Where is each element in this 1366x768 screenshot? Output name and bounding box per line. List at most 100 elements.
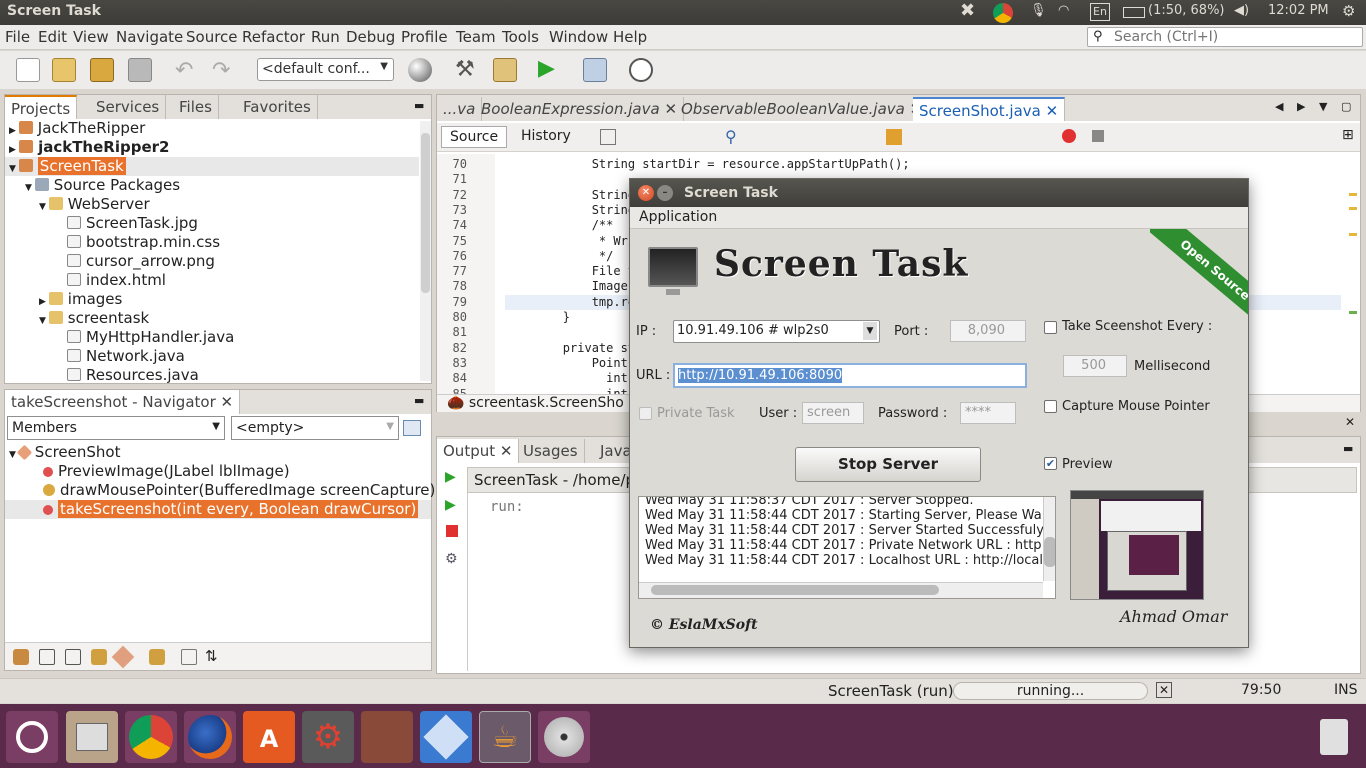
menu-window[interactable]: Window — [549, 28, 608, 46]
clock[interactable]: 12:02 PM — [1268, 3, 1329, 18]
tree-node-webserver[interactable]: ▼ WebServer — [39, 195, 150, 214]
close-window-icon[interactable]: ✕ — [638, 185, 654, 201]
history-tab[interactable]: History — [521, 128, 571, 144]
tab-favorites[interactable]: Favorites — [237, 95, 318, 119]
close-breadcrumb-icon[interactable]: ✕ — [1345, 415, 1355, 429]
profile-icon[interactable] — [629, 58, 653, 82]
menu-view[interactable]: View — [73, 28, 109, 46]
menu-debug[interactable]: Debug — [346, 28, 395, 46]
tree-node-jacktheripper2[interactable]: ▶ jackTheRipper2 — [9, 138, 169, 157]
trash-icon[interactable] — [1308, 711, 1360, 763]
stop-server-button[interactable]: Stop Server — [795, 447, 981, 482]
minimize-icon[interactable]: ▬ — [414, 99, 424, 112]
menu-application[interactable]: Application — [639, 209, 717, 225]
run-icon[interactable]: ▶ — [538, 56, 555, 81]
wifi-icon[interactable]: ◠ — [1058, 3, 1069, 18]
save-all-icon[interactable] — [128, 58, 152, 82]
filter-inherited-icon[interactable] — [111, 645, 135, 669]
find-icon[interactable]: ⚲ — [725, 127, 737, 146]
scroll-tabs-left-icon[interactable]: ◀ — [1275, 100, 1283, 113]
chrome-tray-icon[interactable] — [993, 3, 1013, 23]
nav-method-previewimage[interactable]: PreviewImage(JLabel lblImage) — [43, 462, 290, 481]
menu-source[interactable]: Source — [186, 28, 238, 46]
collapse-icon[interactable]: ▼ — [39, 202, 49, 212]
clean-build-icon[interactable] — [493, 58, 517, 82]
tree-node-source-packages[interactable]: ▼ Source Packages — [25, 176, 180, 195]
filter-lock-icon[interactable] — [91, 649, 107, 665]
expand-icon[interactable]: ▶ — [9, 145, 19, 155]
sort-icon[interactable] — [403, 420, 421, 436]
nav-method-takescreenshot[interactable]: takeScreenshot(int every, Boolean drawCu… — [5, 500, 431, 519]
editor-tab-booleanexpression[interactable]: BooleanExpression.java ✕ — [475, 97, 685, 121]
close-icon[interactable]: ✕ — [1046, 102, 1059, 120]
rerun-icon[interactable]: ▶ — [445, 469, 456, 485]
cancel-task-icon[interactable]: ✕ — [1156, 682, 1173, 698]
show-opened-documents-icon[interactable]: ▼ — [1319, 100, 1327, 113]
screenshot-interval-checkbox[interactable] — [1044, 321, 1057, 334]
volume-icon[interactable]: ◀) — [1234, 3, 1249, 18]
menu-tools[interactable]: Tools — [502, 28, 539, 46]
maximize-icon[interactable]: ▢ — [1341, 100, 1351, 113]
running-task-label[interactable]: ScreenTask (run) — [828, 682, 954, 700]
members-select[interactable]: Members ▼ — [7, 416, 225, 440]
settings-icon[interactable]: ⚙ — [445, 551, 458, 567]
port-spinner[interactable]: 8,090 — [950, 320, 1026, 342]
expand-icon[interactable]: ▶ — [9, 126, 19, 136]
tab-navigator[interactable]: takeScreenshot - Navigator ✕ — [5, 390, 241, 414]
tree-node-file[interactable]: Resources.java — [67, 366, 199, 385]
error-stripe[interactable] — [1349, 163, 1357, 343]
menu-help[interactable]: Help — [613, 28, 647, 46]
undo-icon[interactable]: ↶ — [175, 58, 193, 83]
tree-node-screentask[interactable]: ▼ ScreenTask — [5, 157, 419, 176]
menu-profile[interactable]: Profile — [401, 28, 448, 46]
chrome-icon[interactable] — [125, 711, 177, 763]
log-area[interactable]: Wed May 31 11:58:37 CDT 2017 : Server St… — [638, 496, 1056, 599]
stop-icon[interactable] — [446, 525, 458, 537]
collapse-icon[interactable]: ▼ — [9, 164, 19, 174]
password-field[interactable]: **** — [960, 402, 1016, 424]
tree-node-images[interactable]: ▶ images — [39, 290, 122, 309]
interval-spinner[interactable]: 500 — [1063, 355, 1127, 377]
redo-icon[interactable]: ↷ — [212, 58, 230, 83]
tree-node-screentask-pkg[interactable]: ▼ screentask — [39, 309, 149, 328]
tab-usages[interactable]: Usages — [517, 439, 585, 463]
menu-navigate[interactable]: Navigate — [116, 28, 183, 46]
collapse-icon[interactable]: ▼ — [39, 316, 49, 326]
firefox-icon[interactable] — [184, 711, 236, 763]
java-app-icon[interactable]: ☕ — [479, 711, 531, 763]
menu-file[interactable]: File — [5, 28, 30, 46]
rerun-with-params-icon[interactable]: ▶ — [445, 497, 456, 513]
capture-mouse-checkbox[interactable] — [1044, 400, 1057, 413]
filter-nonpublic-icon[interactable] — [65, 649, 81, 665]
minimize-icon[interactable]: ▬ — [1343, 442, 1353, 455]
filter-fqn-icon[interactable] — [149, 649, 165, 665]
keyboard-layout[interactable]: En — [1090, 3, 1110, 21]
open-project-icon[interactable] — [90, 58, 114, 82]
settings-app-icon[interactable]: ⚙ — [302, 711, 354, 763]
last-edit-icon[interactable] — [600, 129, 616, 145]
url-field[interactable]: http://10.91.49.106:8090 — [673, 363, 1027, 388]
tree-node-file[interactable]: index.html — [67, 271, 166, 290]
ubuntu-dash-icon[interactable] — [6, 711, 58, 763]
sort-source-icon[interactable]: ⇅ — [205, 647, 218, 665]
filter-static-icon[interactable] — [39, 649, 55, 665]
tab-projects[interactable]: Projects — [5, 95, 78, 119]
files-icon[interactable] — [66, 711, 118, 763]
gimp-icon[interactable] — [361, 711, 413, 763]
new-project-icon[interactable] — [52, 58, 76, 82]
dialog-titlebar[interactable]: ✕ – Screen Task — [630, 179, 1248, 207]
tab-output[interactable]: Output ✕ — [437, 439, 520, 463]
power-icon[interactable]: ⚙ — [1342, 2, 1355, 20]
nav-class-screenshot[interactable]: ▼ ScreenShot — [9, 443, 120, 462]
log-hscrollbar[interactable] — [639, 582, 1043, 598]
close-icon[interactable]: ✕ — [221, 393, 234, 411]
stop-macro-icon[interactable] — [1092, 130, 1104, 142]
filter-fields-icon[interactable] — [13, 649, 29, 665]
minimize-icon[interactable]: ▬ — [414, 394, 424, 407]
battery-icon[interactable] — [1123, 7, 1145, 18]
ide-search[interactable]: ⚲ — [1087, 27, 1363, 47]
tree-node-file[interactable]: Network.java — [67, 347, 185, 366]
log-vscrollbar[interactable] — [1043, 497, 1055, 581]
software-center-icon[interactable]: A — [243, 711, 295, 763]
split-icon[interactable]: ⊞ — [1342, 127, 1354, 143]
